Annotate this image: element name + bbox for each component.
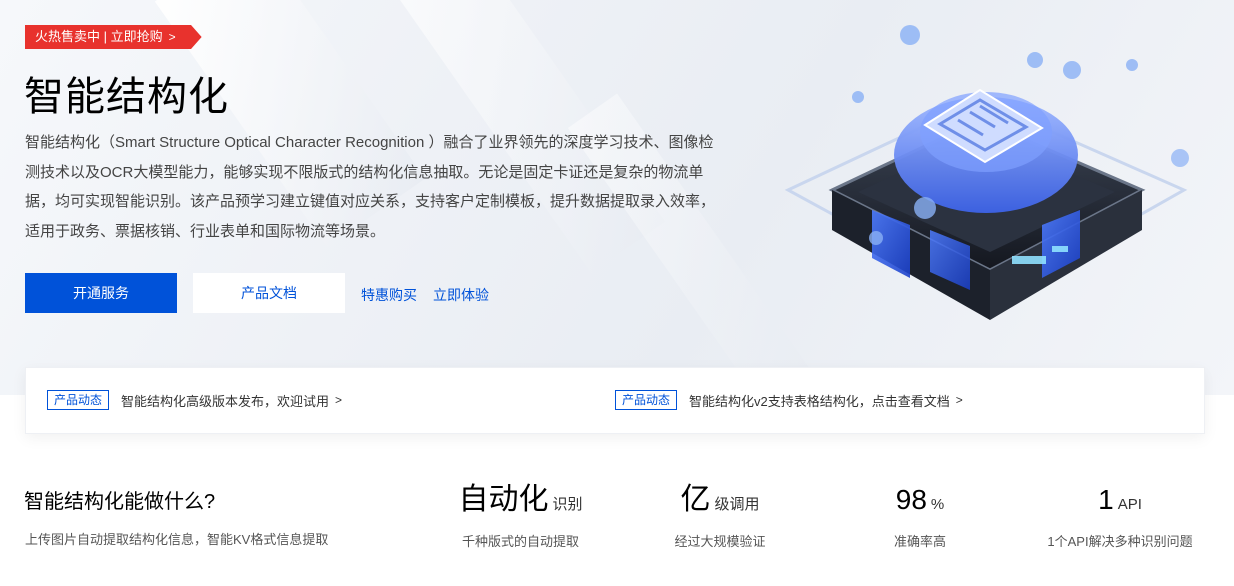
section-title: 智能结构化能做什么? bbox=[24, 491, 216, 513]
stat-unit: % bbox=[930, 496, 945, 513]
stat-label: 准确率高 bbox=[893, 534, 946, 549]
stat-value: 1 bbox=[1098, 484, 1114, 515]
stat-api: 1 API 1个API解决多种识别问题 bbox=[1030, 483, 1210, 550]
document-structure-chip-icon bbox=[784, 25, 1189, 320]
news-bar: 产品动态 智能结构化高级版本发布，欢迎试用 > 产品动态 智能结构化v2支持表格… bbox=[25, 367, 1205, 434]
news-text: 智能结构化高级版本发布，欢迎试用 bbox=[121, 393, 330, 409]
stat-unit: 级调用 bbox=[714, 496, 760, 513]
product-docs-button[interactable]: 产品文档 bbox=[193, 273, 345, 313]
stat-automation: 自动化 识别 千种版式的自动提取 bbox=[448, 483, 593, 550]
chevron-right-icon: > bbox=[168, 30, 176, 44]
news-item[interactable]: 产品动态 智能结构化高级版本发布，欢迎试用 > bbox=[47, 390, 342, 410]
product-description: 智能结构化（Smart Structure Optical Character … bbox=[25, 134, 716, 240]
stat-value: 98 bbox=[895, 484, 927, 515]
discount-purchase-link[interactable]: 特惠购买 bbox=[361, 285, 417, 305]
stat-label: 1个API解决多种识别问题 bbox=[1047, 534, 1193, 549]
stat-accuracy: 98% 准确率高 bbox=[870, 483, 970, 550]
news-badge: 产品动态 bbox=[47, 390, 110, 410]
open-service-button[interactable]: 开通服务 bbox=[25, 273, 177, 313]
hero-banner: 火热售卖中 | 立即抢购 > 智能结构化 智能结构化（Smart Structur… bbox=[0, 0, 1234, 395]
stat-label: 千种版式的自动提取 bbox=[461, 534, 579, 549]
stat-label: 经过大规模验证 bbox=[674, 534, 766, 549]
stat-value: 亿 bbox=[680, 483, 711, 516]
stat-value: 自动化 bbox=[458, 483, 549, 516]
try-now-link[interactable]: 立即体验 bbox=[433, 285, 489, 305]
stat-unit: API bbox=[1117, 496, 1142, 513]
chevron-right-icon: > bbox=[335, 393, 343, 407]
stat-scale: 亿级调用 经过大规模验证 bbox=[650, 483, 790, 550]
news-text: 智能结构化v2支持表格结构化，点击查看文档 bbox=[689, 393, 950, 409]
news-item[interactable]: 产品动态 智能结构化v2支持表格结构化，点击查看文档 > bbox=[615, 390, 963, 410]
chevron-right-icon: > bbox=[955, 393, 963, 407]
promo-tag-label: 火热售卖中 | 立即抢购 bbox=[35, 29, 163, 44]
section-subtitle: 上传图片自动提取结构化信息，智能KV格式信息提取 bbox=[25, 532, 329, 547]
stat-unit: 识别 bbox=[552, 496, 583, 513]
capabilities-section: 智能结构化能做什么? 上传图片自动提取结构化信息，智能KV格式信息提取 自动化识… bbox=[0, 455, 1234, 586]
page-title: 智能结构化 bbox=[24, 75, 229, 119]
news-badge: 产品动态 bbox=[615, 390, 678, 410]
promo-tag[interactable]: 火热售卖中 | 立即抢购 > bbox=[25, 25, 202, 49]
